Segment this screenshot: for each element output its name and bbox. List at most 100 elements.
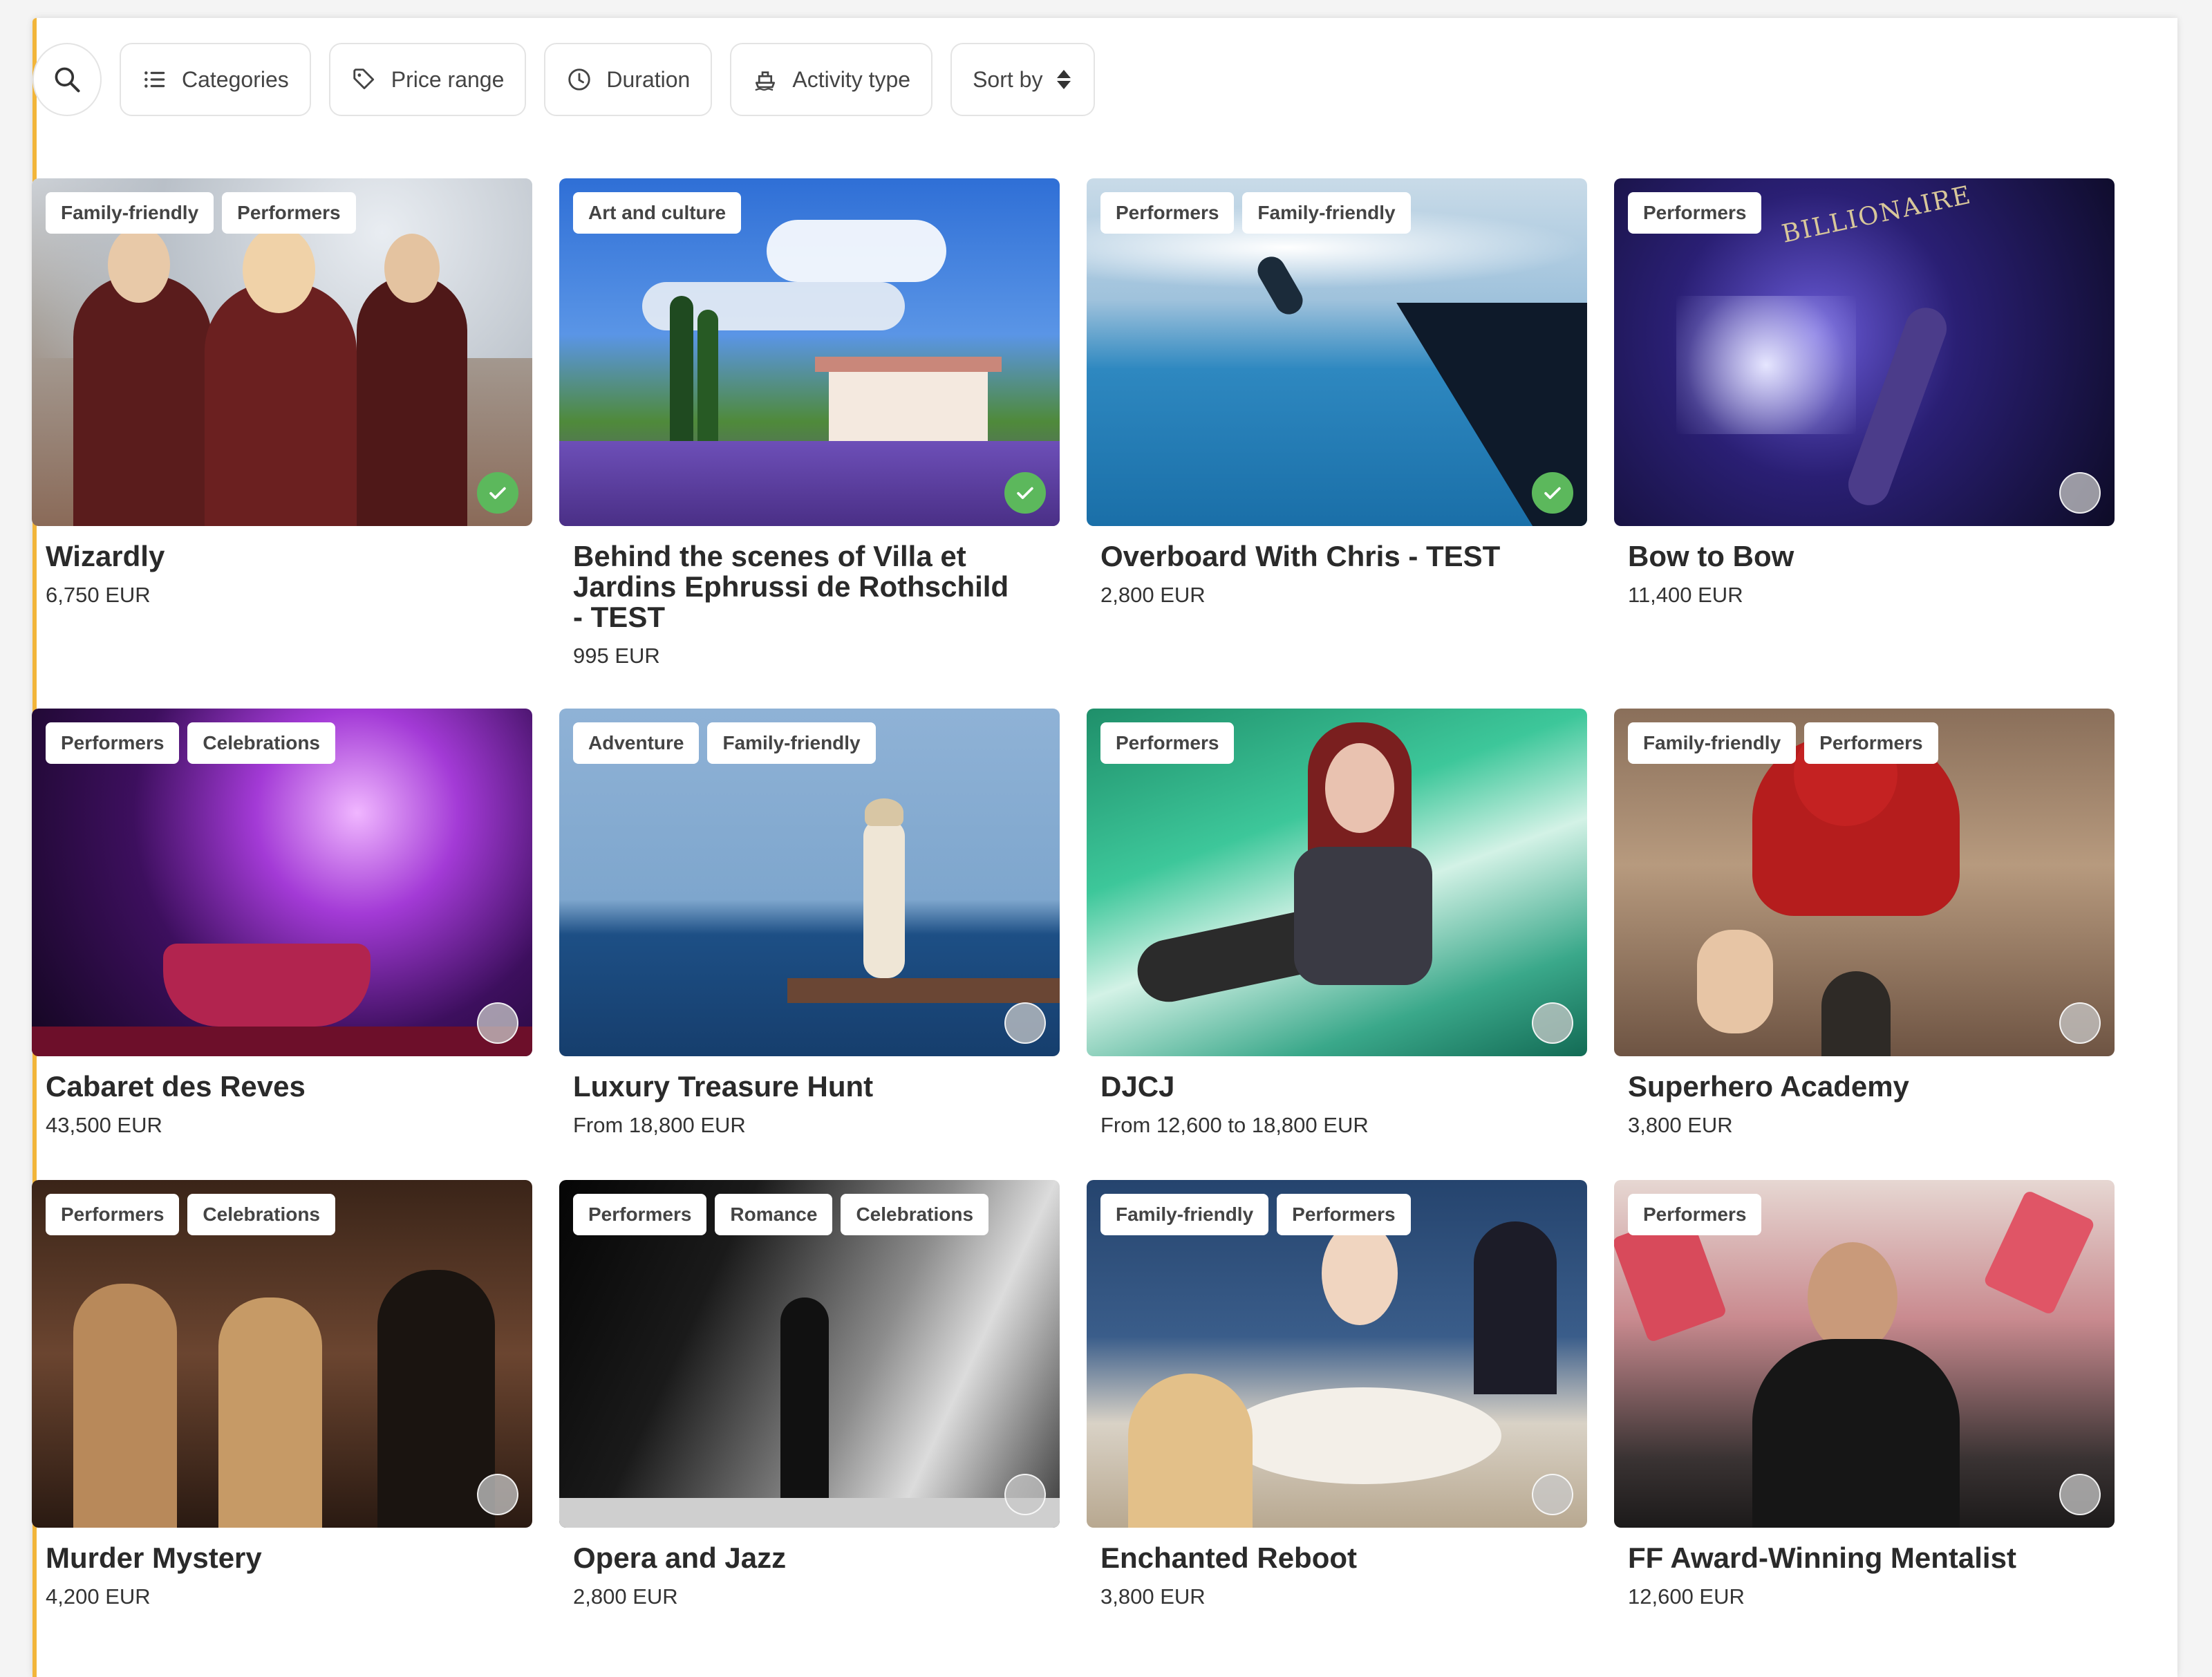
activity-type-filter-button[interactable]: Activity type bbox=[730, 43, 933, 116]
dj-face bbox=[1325, 743, 1394, 833]
select-toggle[interactable] bbox=[477, 1002, 518, 1044]
tag-icon bbox=[353, 68, 374, 90]
child bbox=[1474, 1221, 1557, 1394]
category-tag: Celebrations bbox=[187, 1194, 336, 1235]
select-toggle[interactable] bbox=[2059, 1002, 2101, 1044]
activity-card-cabaret-des-reves[interactable]: Performers Celebrations Cabaret des Reve… bbox=[32, 709, 532, 1138]
activity-card-opera-and-jazz[interactable]: Performers Romance Celebrations Opera an… bbox=[559, 1180, 1060, 1609]
select-toggle[interactable] bbox=[1532, 1002, 1573, 1044]
activity-price: 2,800 EUR bbox=[573, 1584, 678, 1609]
activity-card-luxury-treasure-hunt[interactable]: Adventure Family-friendly Luxury Treasur… bbox=[559, 709, 1060, 1138]
sort-by-button[interactable]: Sort by bbox=[950, 43, 1096, 116]
activity-card-superhero-academy[interactable]: Family-friendly Performers Superhero Aca… bbox=[1614, 709, 2115, 1138]
select-toggle[interactable] bbox=[1004, 1474, 1046, 1515]
checkmark-icon bbox=[489, 487, 506, 499]
categories-filter-button[interactable]: Categories bbox=[120, 43, 311, 116]
category-tag: Family-friendly bbox=[1100, 1194, 1269, 1235]
villa-roof bbox=[815, 357, 1002, 372]
checkmark-icon bbox=[1017, 487, 1033, 499]
activity-title: Superhero Academy bbox=[1628, 1070, 1909, 1103]
activity-image: Performers Romance Celebrations bbox=[559, 1180, 1060, 1528]
search-icon bbox=[55, 67, 80, 93]
ship-icon bbox=[756, 71, 776, 91]
activity-card-djcj[interactable]: Performers DJCJ From 12,600 to 18,800 EU… bbox=[1087, 709, 1587, 1138]
activity-price: 6,750 EUR bbox=[46, 583, 151, 607]
activity-card-enchanted-reboot[interactable]: Family-friendly Performers Enchanted Reb… bbox=[1087, 1180, 1587, 1609]
category-tag: Family-friendly bbox=[1628, 722, 1797, 764]
explorer-hat bbox=[865, 798, 903, 826]
child bbox=[1697, 930, 1773, 1033]
guest bbox=[73, 1284, 177, 1528]
playing-card bbox=[1983, 1189, 2096, 1316]
mentalist-face bbox=[1808, 1242, 1897, 1353]
activity-title: Behind the scenes of Villa et Jardins Ep… bbox=[573, 540, 1009, 633]
select-toggle[interactable] bbox=[2059, 1474, 2101, 1515]
lavender-field bbox=[559, 441, 1060, 526]
category-tag: Romance bbox=[715, 1194, 833, 1235]
tag-list: Family-friendly Performers bbox=[1628, 722, 1947, 764]
tag-list: Performers Family-friendly bbox=[1100, 192, 1419, 234]
activity-image: Family-friendly Performers bbox=[32, 178, 532, 526]
activity-card-murder-mystery[interactable]: Performers Celebrations Murder Mystery 4… bbox=[32, 1180, 532, 1609]
activity-title: Murder Mystery bbox=[46, 1542, 262, 1574]
activity-price: From 18,800 EUR bbox=[573, 1113, 746, 1137]
tag-list: Performers bbox=[1628, 1194, 1770, 1235]
category-tag: Performers bbox=[46, 722, 180, 764]
duration-filter-button[interactable]: Duration bbox=[544, 43, 713, 116]
activity-image: Art and culture bbox=[559, 178, 1060, 526]
activity-title: Luxury Treasure Hunt bbox=[573, 1070, 874, 1103]
activity-image: Performers bbox=[1614, 1180, 2115, 1528]
select-toggle[interactable] bbox=[1004, 1002, 1046, 1044]
child-face bbox=[384, 234, 440, 303]
category-tag: Performers bbox=[1100, 192, 1235, 234]
select-toggle[interactable] bbox=[477, 1474, 518, 1515]
clock-icon bbox=[568, 68, 591, 91]
category-tag: Celebrations bbox=[841, 1194, 989, 1235]
activity-card-villa-ephrussi[interactable]: Art and culture Behind the scenes of Vil… bbox=[559, 178, 1060, 668]
select-toggle[interactable] bbox=[477, 472, 518, 514]
search-button[interactable] bbox=[32, 43, 102, 116]
child bbox=[1821, 971, 1891, 1056]
tag-list: Performers bbox=[1100, 722, 1242, 764]
select-toggle[interactable] bbox=[1004, 472, 1046, 514]
activity-price: 4,200 EUR bbox=[46, 1584, 151, 1609]
activity-title: Bow to Bow bbox=[1628, 540, 1794, 572]
list-icon bbox=[144, 71, 165, 88]
activity-price: 2,800 EUR bbox=[1100, 583, 1206, 607]
tag-list: Performers bbox=[1628, 192, 1770, 234]
tag-list: Performers Celebrations bbox=[46, 722, 344, 764]
activity-image: Performers Celebrations bbox=[32, 1180, 532, 1528]
activity-card-overboard[interactable]: Performers Family-friendly Overboard Wit… bbox=[1087, 178, 1587, 608]
activity-price: 43,500 EUR bbox=[46, 1113, 162, 1137]
category-tag: Performers bbox=[1628, 1194, 1762, 1235]
category-tag: Family-friendly bbox=[707, 722, 876, 764]
stage-floor bbox=[559, 1498, 1060, 1528]
activity-price: 11,400 EUR bbox=[1628, 583, 1743, 607]
tag-list: Performers Romance Celebrations bbox=[573, 1194, 997, 1235]
activity-image: Performers Celebrations bbox=[32, 709, 532, 1056]
activity-image: Performers bbox=[1087, 709, 1587, 1056]
category-tag: Celebrations bbox=[187, 722, 336, 764]
stage-floor bbox=[32, 1027, 532, 1056]
select-toggle[interactable] bbox=[2059, 472, 2101, 514]
activity-card-ff-award-winning-mentalist[interactable]: Performers FF Award-Winning Mentalist 12… bbox=[1614, 1180, 2115, 1609]
tag-list: Family-friendly Performers bbox=[46, 192, 364, 234]
activity-image: BILLIONAIRE Performers bbox=[1614, 178, 2115, 526]
category-tag: Family-friendly bbox=[46, 192, 214, 234]
sort-by-label: Sort by bbox=[973, 66, 1043, 92]
select-toggle[interactable] bbox=[1532, 1474, 1573, 1515]
wooden-pier bbox=[787, 978, 1060, 1003]
duration-filter-label: Duration bbox=[606, 66, 691, 92]
activity-type-filter-label: Activity type bbox=[792, 66, 911, 92]
activity-price: 3,800 EUR bbox=[1100, 1584, 1206, 1609]
price-range-filter-label: Price range bbox=[391, 66, 505, 92]
tag-list: Family-friendly Performers bbox=[1100, 1194, 1419, 1235]
activity-card-wizardly[interactable]: Family-friendly Performers Wizardly 6,75… bbox=[32, 178, 532, 608]
price-range-filter-button[interactable]: Price range bbox=[328, 43, 527, 116]
activity-title: DJCJ bbox=[1100, 1070, 1175, 1103]
tag-list: Performers Celebrations bbox=[46, 1194, 344, 1235]
child-robe bbox=[73, 275, 212, 526]
activity-card-bow-to-bow[interactable]: BILLIONAIRE Performers Bow to Bow 11,400… bbox=[1614, 178, 2115, 608]
category-tag: Performers bbox=[222, 192, 356, 234]
select-toggle[interactable] bbox=[1532, 472, 1573, 514]
